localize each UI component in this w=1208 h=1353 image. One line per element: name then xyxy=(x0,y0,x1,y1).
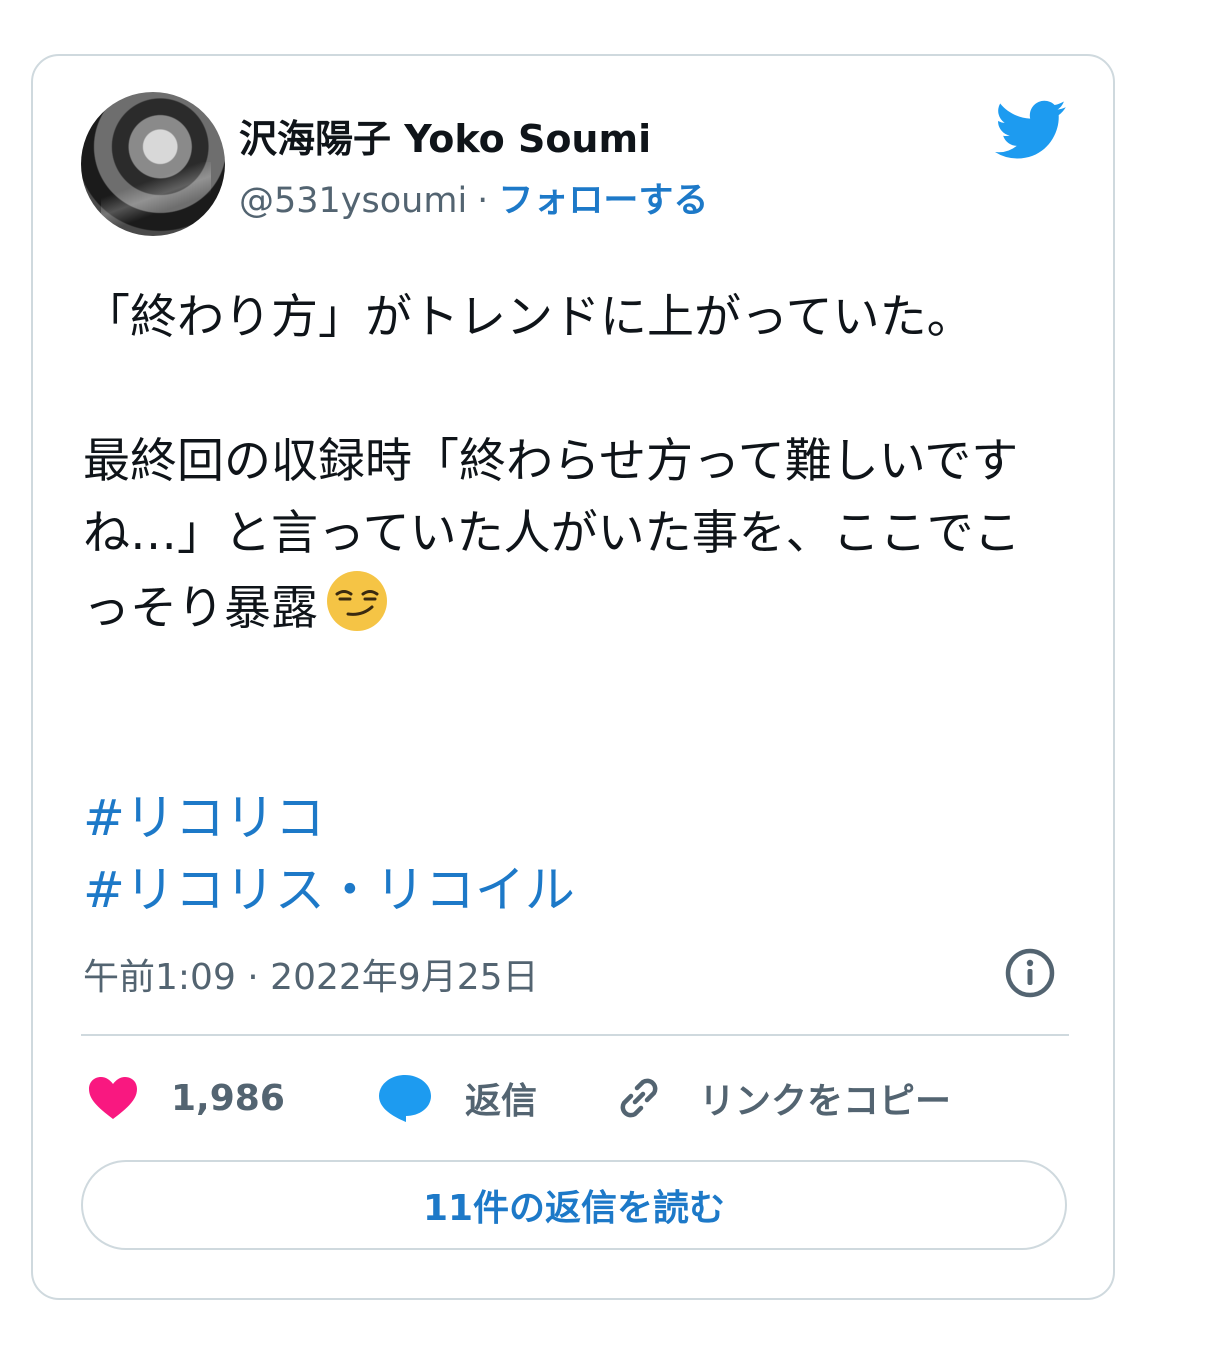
twitter-bird-icon[interactable] xyxy=(995,100,1067,160)
reply-label: 返信 xyxy=(465,1081,538,1122)
copy-link-label: リンクをコピー xyxy=(699,1081,952,1122)
tweet-card: 沢海陽子 Yoko Soumi @531ysoumi · フォローする 「終わり方」… xyxy=(31,54,1115,1300)
author-handle[interactable]: @531ysoumi xyxy=(239,181,467,221)
read-replies-button[interactable]: 11件の返信を読む xyxy=(81,1160,1067,1250)
separator-dot: · xyxy=(477,181,489,221)
avatar[interactable] xyxy=(81,92,225,236)
speech-bubble-icon xyxy=(379,1075,431,1122)
info-icon[interactable] xyxy=(1003,946,1057,1000)
smirking-face-icon xyxy=(327,571,387,631)
divider xyxy=(81,1034,1069,1036)
follow-button[interactable]: フォローする xyxy=(498,181,708,221)
hashtag-link[interactable]: #リコリコ xyxy=(83,782,575,854)
like-count: 1,986 xyxy=(171,1077,285,1119)
heart-icon xyxy=(89,1077,137,1119)
hashtags: #リコリコ #リコリス・リコイル xyxy=(83,782,575,926)
like-button[interactable]: 1,986 xyxy=(87,1068,285,1128)
tweet-line-1: 「終わり方」がトレンドに上がっていた。 xyxy=(83,290,974,345)
reply-button[interactable]: 返信 xyxy=(377,1068,537,1128)
author-meta: @531ysoumi · フォローする xyxy=(239,172,708,223)
tweet-line-2-text: 最終回の収録時「終わらせ方って難しいですね…」と言っていた人がいた事を、ここでこ… xyxy=(83,434,1021,636)
hashtag-link[interactable]: #リコリス・リコイル xyxy=(83,854,575,926)
tweet-timestamp[interactable]: 午前1:09 · 2022年9月25日 xyxy=(83,948,539,1000)
author-name[interactable]: 沢海陽子 Yoko Soumi xyxy=(239,108,651,163)
link-icon xyxy=(620,1078,658,1118)
copy-link-button[interactable]: リンクをコピー xyxy=(611,1068,951,1128)
tweet-line-2: 最終回の収録時「終わらせ方って難しいですね…」と言っていた人がいた事を、ここでこ… xyxy=(83,426,1063,645)
tweet-text: 「終わり方」がトレンドに上がっていた。 最終回の収録時「終わらせ方って難しいです… xyxy=(83,282,1063,645)
